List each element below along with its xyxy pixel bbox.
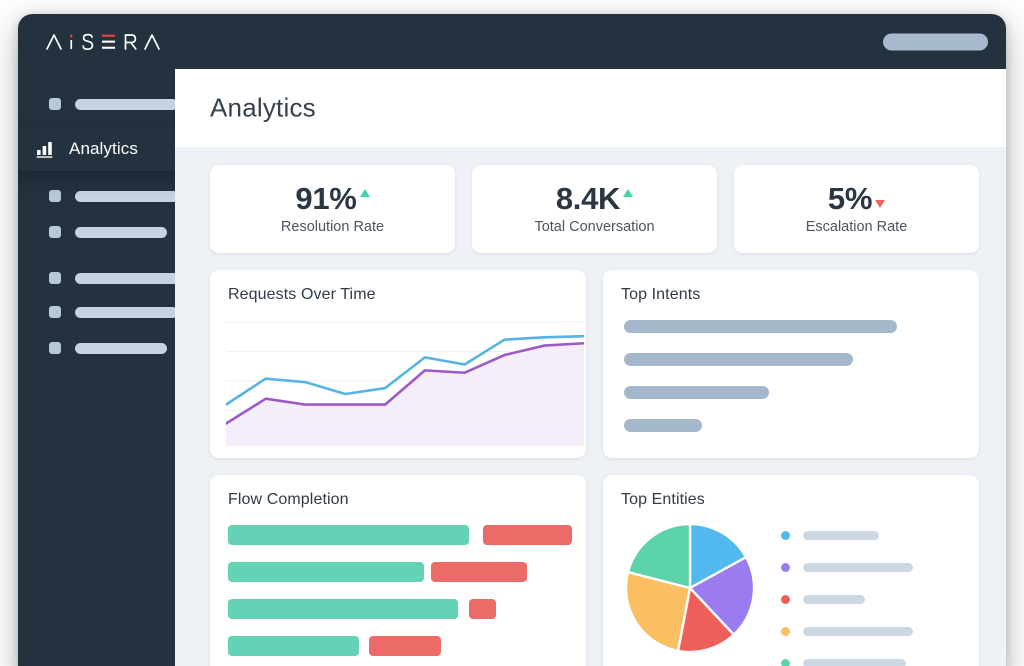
sidebar-item-icon <box>49 226 61 238</box>
flow-completed-bar <box>228 562 425 582</box>
sidebar-item-3[interactable] <box>18 221 175 243</box>
flow-completion-row[interactable] <box>228 636 572 656</box>
flow-completion-row[interactable] <box>228 525 572 545</box>
sidebar-item-label <box>75 306 178 318</box>
top-bar <box>18 14 1006 69</box>
top-intent-bar[interactable] <box>624 386 769 399</box>
sidebar-item-label <box>75 190 183 202</box>
flow-dropped-bar <box>468 599 497 619</box>
sidebar-item-label <box>75 98 178 110</box>
pie-legend-dot <box>781 562 790 572</box>
sidebar-item-label <box>75 272 181 284</box>
flow-completed-bar <box>228 636 359 656</box>
kpi-value-row: 8.4K <box>555 181 634 217</box>
flow-completed-bar <box>228 599 459 619</box>
panel-title: Top Entities <box>621 491 705 508</box>
main-content: Analytics 91% Resolution Rate 8.4K Total… <box>175 69 1006 666</box>
sidebar-item-label <box>75 342 167 354</box>
sidebar-item-analytics-label: Analytics <box>69 139 138 158</box>
panel-row-middle: Requests Over Time Top Intents <box>210 270 979 458</box>
page-title: Analytics <box>210 92 316 123</box>
pie-legend-dot <box>781 530 790 540</box>
kpi-value-row: 5% <box>827 181 886 217</box>
flow-dropped-bar <box>482 525 572 545</box>
top-intent-bar[interactable] <box>624 353 854 366</box>
kpi-row: 91% Resolution Rate 8.4K Total Conversat… <box>210 165 979 253</box>
flow-completion-row[interactable] <box>228 562 572 582</box>
triangle-up-icon <box>359 189 370 198</box>
flow-completion-bar-list <box>228 525 572 666</box>
kpi-value: 8.4K <box>555 181 621 217</box>
page-header: Analytics <box>175 69 1006 147</box>
top-intents-bar-list <box>624 320 961 452</box>
pie-legend <box>781 529 963 666</box>
pie-legend-row[interactable] <box>781 625 963 637</box>
kpi-value-row: 91% <box>295 181 370 217</box>
account-placeholder-pill[interactable] <box>883 33 988 51</box>
panel-row-bottom: Flow Completion Top Entities <box>210 475 979 666</box>
pie-legend-label <box>803 562 913 572</box>
kpi-label: Escalation Rate <box>805 218 908 235</box>
app-window: Analytics Analytics 91% Resolution Rate <box>18 14 1006 666</box>
sidebar-item-5[interactable] <box>18 301 178 323</box>
bar-chart-icon <box>36 142 53 158</box>
flow-dropped-bar <box>369 636 442 656</box>
flow-completed-bar <box>228 525 469 545</box>
requests-over-time-chart[interactable] <box>226 318 584 446</box>
screenshot-stage: Analytics Analytics 91% Resolution Rate <box>0 0 1024 666</box>
top-intent-bar[interactable] <box>624 419 702 432</box>
panel-flow-completion: Flow Completion <box>210 475 586 666</box>
pie-legend-label <box>803 626 913 636</box>
sidebar-item-1[interactable] <box>18 93 178 115</box>
pie-legend-label <box>803 658 906 666</box>
panel-top-intents: Top Intents <box>603 270 979 458</box>
pie-chart-svg <box>625 523 755 653</box>
aisera-logo[interactable] <box>45 31 163 53</box>
sidebar-item-2[interactable] <box>18 185 183 207</box>
pie-legend-label <box>803 594 865 604</box>
aisera-logo-mark <box>46 33 160 51</box>
pie-legend-dot <box>781 626 790 636</box>
top-intent-bar[interactable] <box>624 320 897 333</box>
panel-top-entities: Top Entities <box>603 475 979 666</box>
kpi-value: 5% <box>827 181 873 217</box>
sidebar-item-label <box>75 226 167 238</box>
kpi-card-resolution-rate[interactable]: 91% Resolution Rate <box>210 165 455 253</box>
sidebar-item-6[interactable] <box>18 337 175 359</box>
kpi-label: Total Conversation <box>534 218 655 235</box>
sidebar-item-icon <box>49 98 61 110</box>
sidebar-item-icon <box>49 272 61 284</box>
kpi-label: Resolution Rate <box>280 218 385 235</box>
pie-legend-row[interactable] <box>781 529 963 541</box>
flow-dropped-bar <box>430 562 528 582</box>
line-chart-svg <box>226 321 584 446</box>
sidebar-item-icon <box>49 342 61 354</box>
dashboard-board: 91% Resolution Rate 8.4K Total Conversat… <box>175 147 1006 666</box>
kpi-card-escalation-rate[interactable]: 5% Escalation Rate <box>734 165 979 253</box>
flow-completion-row[interactable] <box>228 599 572 619</box>
pie-legend-row[interactable] <box>781 657 963 666</box>
top-entities-pie-chart[interactable] <box>625 523 755 653</box>
panel-title: Top Intents <box>621 286 701 303</box>
pie-legend-dot <box>781 658 790 666</box>
pie-legend-row[interactable] <box>781 561 963 573</box>
pie-legend-row[interactable] <box>781 593 963 605</box>
panel-requests-over-time: Requests Over Time <box>210 270 586 458</box>
kpi-value: 91% <box>295 181 357 217</box>
panel-title: Requests Over Time <box>228 286 376 303</box>
triangle-up-icon <box>623 189 634 198</box>
sidebar-item-icon <box>49 190 61 202</box>
sidebar-item-icon <box>49 306 61 318</box>
triangle-down-icon <box>875 200 886 209</box>
pie-legend-dot <box>781 594 790 604</box>
panel-title: Flow Completion <box>228 491 349 508</box>
sidebar-item-4[interactable] <box>18 267 181 289</box>
pie-legend-label <box>803 530 879 540</box>
kpi-card-total-conversation[interactable]: 8.4K Total Conversation <box>472 165 717 253</box>
